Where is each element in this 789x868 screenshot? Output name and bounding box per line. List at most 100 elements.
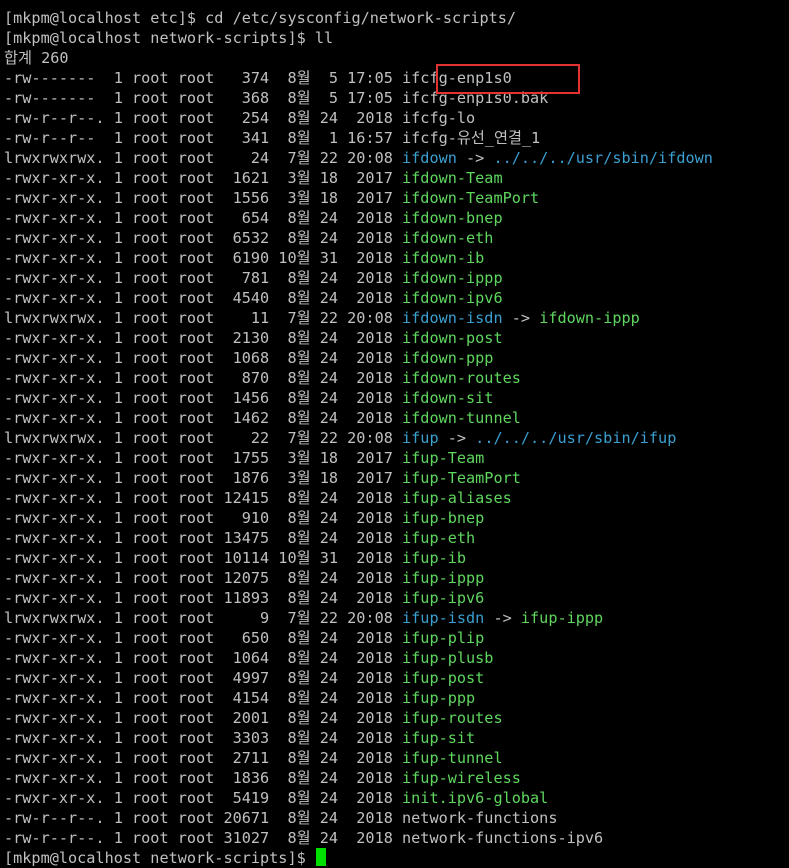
line-meta: -rwxr-xr-x. 1 root root 654 8월 24 2018 [4, 209, 403, 227]
file-name: ifcfg-유선_연결_1 [402, 129, 541, 147]
line-meta: -rwxr-xr-x. 1 root root 3303 8월 24 2018 [4, 729, 403, 747]
line-meta: -rwxr-xr-x. 1 root root 1068 8월 24 2018 [4, 349, 403, 367]
line-meta: -rw------- 1 root root 368 8월 5 17:05 [4, 89, 403, 107]
terminal-line: -rw-r--r--. 1 root root 20671 8월 24 2018… [4, 808, 789, 828]
file-name: ifup-ipv6 [402, 589, 485, 607]
line-meta: -rwxr-xr-x. 1 root root 10114 10월 31 201… [4, 549, 403, 567]
file-name: ifup-bnep [402, 509, 485, 527]
terminal-line: -rwxr-xr-x. 1 root root 4997 8월 24 2018 … [4, 668, 789, 688]
file-name: ifcfg-enp1s0.bak [402, 89, 549, 107]
terminal-line: -rwxr-xr-x. 1 root root 910 8월 24 2018 i… [4, 508, 789, 528]
line-meta: -rw------- 1 root root 374 8월 5 17:05 [4, 69, 403, 87]
terminal-line: -rwxr-xr-x. 1 root root 650 8월 24 2018 i… [4, 628, 789, 648]
terminal-line: -rwxr-xr-x. 1 root root 1064 8월 24 2018 … [4, 648, 789, 668]
terminal-line: -rwxr-xr-x. 1 root root 11893 8월 24 2018… [4, 588, 789, 608]
file-name: ifdown-ib [402, 249, 485, 267]
line-meta: -rwxr-xr-x. 1 root root 1621 3월 18 2017 [4, 169, 403, 187]
line-meta: -rwxr-xr-x. 1 root root 4154 8월 24 2018 [4, 689, 403, 707]
file-name: ifdown [402, 149, 457, 167]
line-meta: [mkpm@localhost etc]$ cd /etc/sysconfig/… [4, 9, 517, 27]
terminal-line: -rwxr-xr-x. 1 root root 1556 3월 18 2017 … [4, 188, 789, 208]
file-name: ifdown-Team [402, 169, 503, 187]
file-name: ifup-aliases [402, 489, 512, 507]
terminal-line: -rwxr-xr-x. 1 root root 1456 8월 24 2018 … [4, 388, 789, 408]
terminal-line: lrwxrwxrwx. 1 root root 11 7월 22 20:08 i… [4, 308, 789, 328]
terminal-line: -rwxr-xr-x. 1 root root 12415 8월 24 2018… [4, 488, 789, 508]
terminal-line: -rw-r--r--. 1 root root 254 8월 24 2018 i… [4, 108, 789, 128]
line-meta: -rwxr-xr-x. 1 root root 1064 8월 24 2018 [4, 649, 403, 667]
terminal-line: -rwxr-xr-x. 1 root root 12075 8월 24 2018… [4, 568, 789, 588]
file-name: network-functions-ipv6 [402, 829, 604, 847]
line-meta: -rwxr-xr-x. 1 root root 2130 8월 24 2018 [4, 329, 403, 347]
file-name: ifup [402, 429, 439, 447]
file-name: ifdown-tunnel [402, 409, 521, 427]
file-name: ifup-tunnel [402, 749, 503, 767]
line-meta: lrwxrwxrwx. 1 root root 9 7월 22 20:08 [4, 609, 403, 627]
terminal-line: -rw------- 1 root root 374 8월 5 17:05 if… [4, 68, 789, 88]
terminal-line: -rwxr-xr-x. 1 root root 4154 8월 24 2018 … [4, 688, 789, 708]
line-meta: -rwxr-xr-x. 1 root root 650 8월 24 2018 [4, 629, 403, 647]
file-name: ifup-routes [402, 709, 503, 727]
terminal-line: -rwxr-xr-x. 1 root root 6532 8월 24 2018 … [4, 228, 789, 248]
file-name: ifcfg-enp1s0 [402, 69, 512, 87]
terminal-line: -rwxr-xr-x. 1 root root 1068 8월 24 2018 … [4, 348, 789, 368]
file-name: ifup-ib [402, 549, 467, 567]
line-meta: -rwxr-xr-x. 1 root root 1462 8월 24 2018 [4, 409, 403, 427]
line-meta: -rwxr-xr-x. 1 root root 6190 10월 31 2018 [4, 249, 403, 267]
terminal-line: -rwxr-xr-x. 1 root root 10114 10월 31 201… [4, 548, 789, 568]
file-name: ifdown-ipv6 [402, 289, 503, 307]
file-name: ifup-wireless [402, 769, 521, 787]
file-name: ifcfg-lo [402, 109, 476, 127]
terminal-line: -rwxr-xr-x. 1 root root 1876 3월 18 2017 … [4, 468, 789, 488]
terminal-line: -rwxr-xr-x. 1 root root 781 8월 24 2018 i… [4, 268, 789, 288]
line-meta: -rw-r--r--. 1 root root 20671 8월 24 2018 [4, 809, 403, 827]
terminal-line: lrwxrwxrwx. 1 root root 24 7월 22 20:08 i… [4, 148, 789, 168]
file-name: ifup-plip [402, 629, 485, 647]
terminal-line: -rw------- 1 root root 368 8월 5 17:05 if… [4, 88, 789, 108]
line-meta: -rwxr-xr-x. 1 root root 910 8월 24 2018 [4, 509, 403, 527]
line-meta: -rwxr-xr-x. 1 root root 13475 8월 24 2018 [4, 529, 403, 547]
terminal-line: -rwxr-xr-x. 1 root root 5419 8월 24 2018 … [4, 788, 789, 808]
file-name: ifup-sit [402, 729, 476, 747]
shell-prompt: [mkpm@localhost network-scripts]$ [4, 849, 315, 867]
line-meta: -rwxr-xr-x. 1 root root 1755 3월 18 2017 [4, 449, 403, 467]
link-target: ifup-ippp [520, 609, 604, 627]
file-name: ifdown-sit [402, 389, 494, 407]
terminal-line: [mkpm@localhost network-scripts]$ ll [4, 28, 789, 48]
line-meta: -rw-r--r--. 1 root root 254 8월 24 2018 [4, 109, 403, 127]
terminal-line: [mkpm@localhost etc]$ cd /etc/sysconfig/… [4, 8, 789, 28]
terminal-line: -rwxr-xr-x. 1 root root 1755 3월 18 2017 … [4, 448, 789, 468]
line-meta: [mkpm@localhost network-scripts]$ ll [4, 29, 334, 47]
terminal-output[interactable]: [mkpm@localhost etc]$ cd /etc/sysconfig/… [4, 8, 789, 867]
link-arrow: -> [456, 149, 494, 167]
line-meta: -rwxr-xr-x. 1 root root 1556 3월 18 2017 [4, 189, 403, 207]
line-meta: -rwxr-xr-x. 1 root root 4540 8월 24 2018 [4, 289, 403, 307]
file-name: ifup-post [402, 669, 485, 687]
line-meta: -rwxr-xr-x. 1 root root 781 8월 24 2018 [4, 269, 403, 287]
file-name: ifup-plusb [402, 649, 494, 667]
line-meta: -rwxr-xr-x. 1 root root 6532 8월 24 2018 [4, 229, 403, 247]
link-arrow: -> [438, 429, 476, 447]
line-meta: -rwxr-xr-x. 1 root root 1836 8월 24 2018 [4, 769, 403, 787]
terminal-line: -rwxr-xr-x. 1 root root 1836 8월 24 2018 … [4, 768, 789, 788]
line-meta: lrwxrwxrwx. 1 root root 22 7월 22 20:08 [4, 429, 403, 447]
line-meta: 합계 260 [4, 49, 69, 67]
text-cursor [315, 848, 326, 866]
link-target: ../../../usr/sbin/ifdown [493, 149, 713, 167]
file-name: ifdown-post [402, 329, 503, 347]
line-meta: -rwxr-xr-x. 1 root root 12075 8월 24 2018 [4, 569, 403, 587]
file-name: init.ipv6-global [402, 789, 549, 807]
file-name: ifup-Team [402, 449, 485, 467]
prompt-line[interactable]: [mkpm@localhost network-scripts]$ [4, 848, 789, 868]
terminal-line: -rwxr-xr-x. 1 root root 870 8월 24 2018 i… [4, 368, 789, 388]
terminal-line: -rwxr-xr-x. 1 root root 1462 8월 24 2018 … [4, 408, 789, 428]
line-meta: -rwxr-xr-x. 1 root root 1456 8월 24 2018 [4, 389, 403, 407]
terminal-line: -rw-r--r-- 1 root root 341 8월 1 16:57 if… [4, 128, 789, 148]
terminal-line: -rwxr-xr-x. 1 root root 1621 3월 18 2017 … [4, 168, 789, 188]
file-name: ifup-eth [402, 529, 476, 547]
file-name: ifdown-bnep [402, 209, 503, 227]
line-meta: -rwxr-xr-x. 1 root root 870 8월 24 2018 [4, 369, 403, 387]
file-name: network-functions [402, 809, 558, 827]
file-name: ifup-ippp [402, 569, 485, 587]
file-name: ifup-ppp [402, 689, 476, 707]
